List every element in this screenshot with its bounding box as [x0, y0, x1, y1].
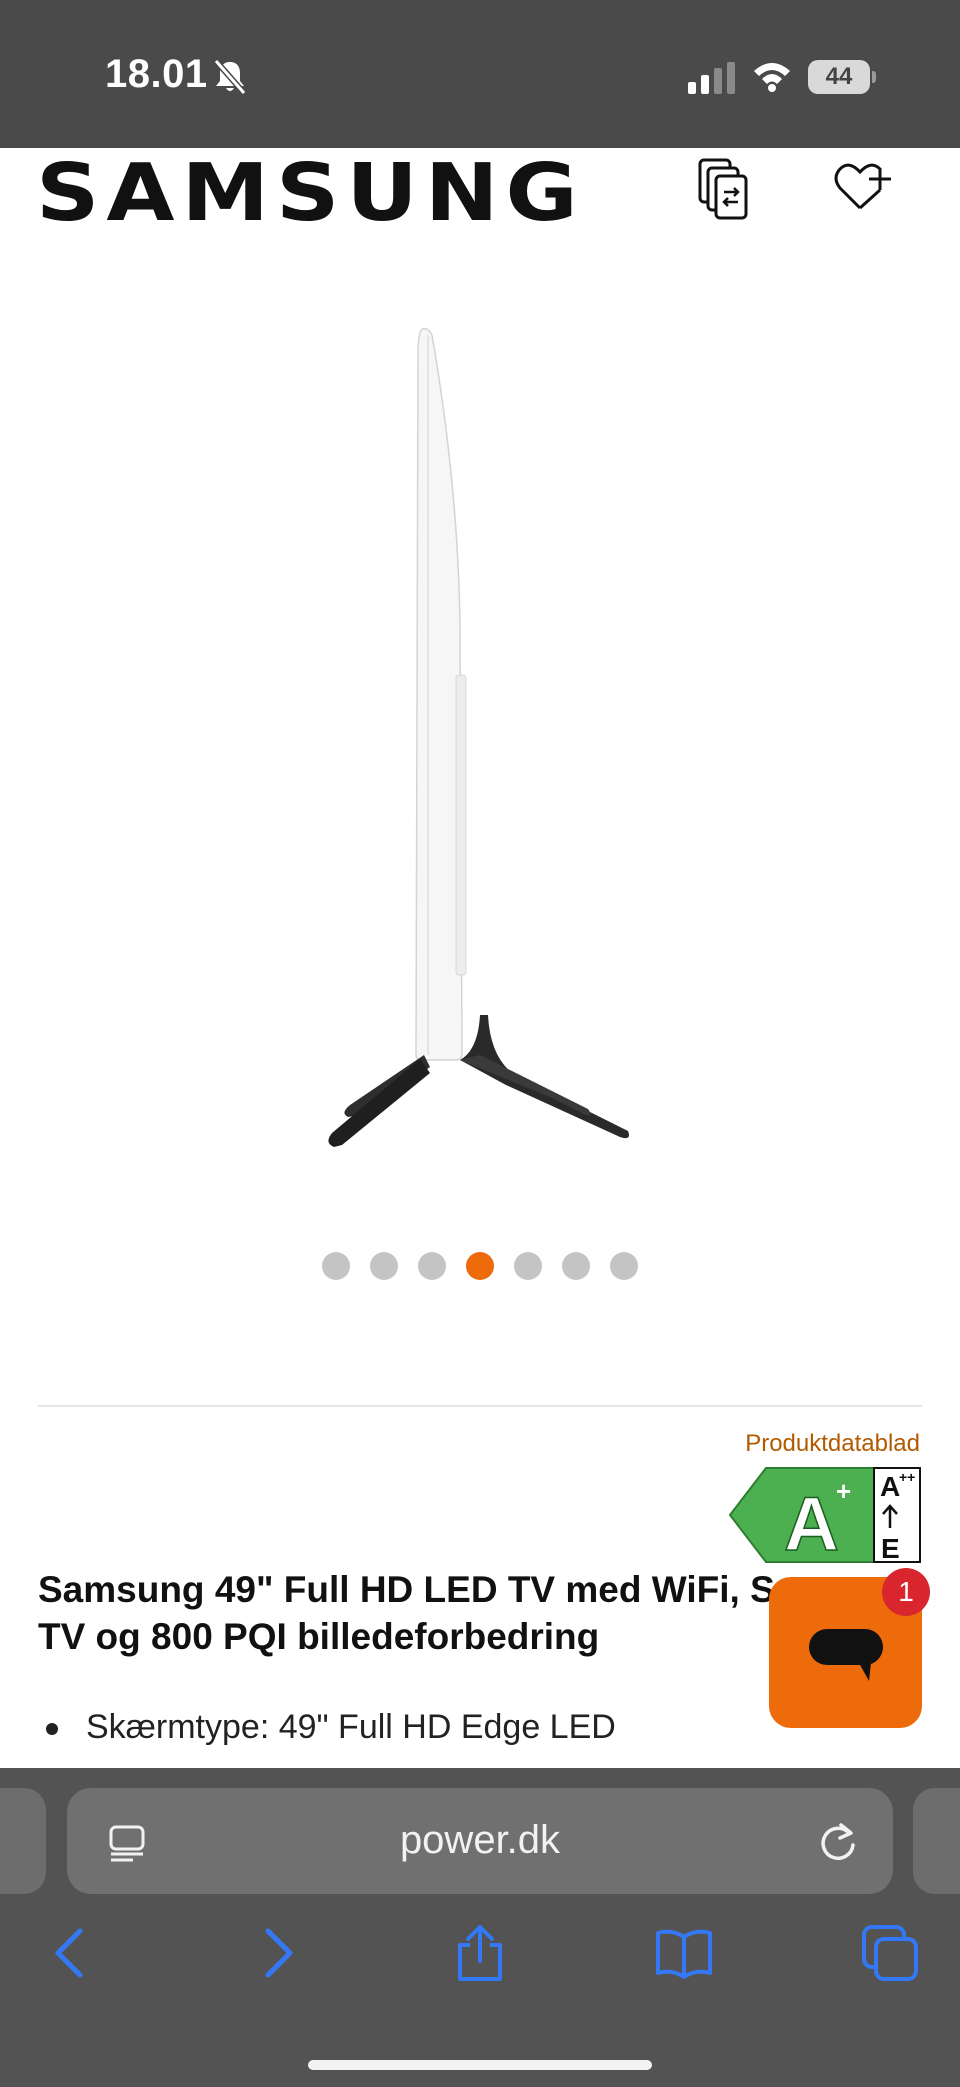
carousel-dots: [322, 1252, 638, 1280]
energy-label[interactable]: A + A ++ E: [728, 1466, 922, 1564]
wifi-icon: [754, 63, 790, 92]
battery-icon: 44: [808, 60, 876, 94]
energy-class-sup: +: [836, 1476, 851, 1506]
energy-scale-top-sup: ++: [899, 1469, 915, 1485]
energy-scale-bottom: E: [881, 1533, 900, 1564]
carousel-dot[interactable]: [514, 1252, 542, 1280]
home-indicator[interactable]: [308, 2060, 652, 2070]
carousel-dot[interactable]: [562, 1252, 590, 1280]
url-text[interactable]: power.dk: [67, 1818, 893, 1863]
address-bar[interactable]: power.dk: [67, 1788, 893, 1894]
clock: 18.01: [105, 52, 208, 96]
heart-plus-icon[interactable]: [834, 160, 894, 214]
divider: [38, 1405, 922, 1407]
notification-badge: 1: [882, 1568, 930, 1616]
cellular-signal-icon: [688, 62, 735, 94]
carousel-dot[interactable]: [610, 1252, 638, 1280]
product-image[interactable]: [320, 325, 640, 1165]
energy-class: A: [784, 1482, 839, 1564]
bell-slash-icon: [213, 59, 247, 95]
battery-level: 44: [808, 60, 870, 94]
carousel-dot[interactable]: [370, 1252, 398, 1280]
browser-toolbar: power.dk: [0, 1768, 960, 2087]
bookmarks-icon[interactable]: [654, 1923, 714, 1983]
brand-logo[interactable]: SAMSUNG: [36, 146, 585, 239]
next-tab-peek[interactable]: [913, 1788, 960, 1894]
forward-icon[interactable]: [248, 1923, 308, 1983]
reload-icon[interactable]: [819, 1821, 859, 1863]
chat-bubble-icon: [809, 1629, 883, 1681]
energy-scale-top: A: [880, 1471, 900, 1502]
datasheet-link[interactable]: Produktdatablad: [745, 1430, 920, 1458]
back-icon[interactable]: [40, 1923, 100, 1983]
product-title: Samsung 49" Full HD LED TV med WiFi, Sma…: [38, 1569, 855, 1657]
compare-icon[interactable]: [696, 156, 752, 222]
carousel-dot[interactable]: [322, 1252, 350, 1280]
spec-list: Skærmtype: 49" Full HD Edge LED: [38, 1706, 616, 1748]
status-bar: 18.01 44: [0, 0, 960, 148]
share-icon[interactable]: [450, 1923, 510, 1983]
carousel-dot-active[interactable]: [466, 1252, 494, 1280]
carousel-dot[interactable]: [418, 1252, 446, 1280]
tabs-icon[interactable]: [860, 1923, 920, 1983]
previous-tab-peek[interactable]: [0, 1788, 46, 1894]
spec-item: Skærmtype: 49" Full HD Edge LED: [38, 1706, 616, 1748]
